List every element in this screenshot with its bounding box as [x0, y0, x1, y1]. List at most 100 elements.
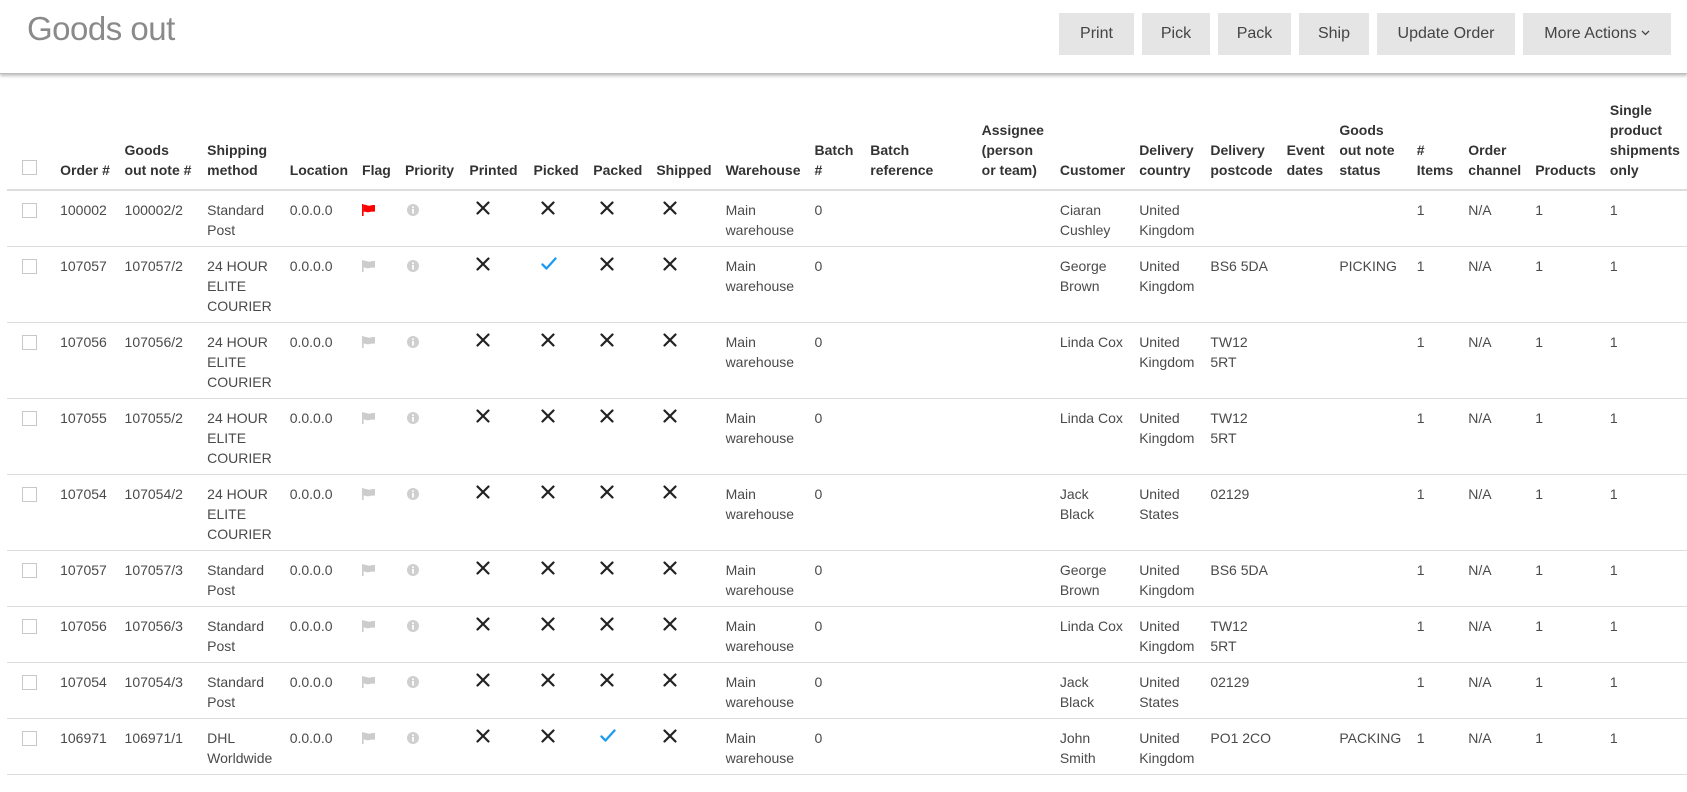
delivery-postcode-cell: BS6 5DA: [1203, 246, 1280, 323]
flag-icon[interactable]: [362, 204, 391, 216]
flag-cell: [355, 246, 398, 323]
row-checkbox[interactable]: [22, 203, 37, 218]
column-header-single-product-shipments[interactable]: Single product shipments only: [1602, 100, 1687, 191]
order-number[interactable]: 100002: [60, 202, 107, 218]
info-icon[interactable]: [405, 564, 455, 576]
column-header-items-count[interactable]: # Items: [1409, 100, 1462, 191]
picked-status-cell: [526, 190, 587, 247]
row-checkbox[interactable]: [22, 259, 37, 274]
row-checkbox[interactable]: [22, 335, 37, 350]
order-number[interactable]: 107057: [60, 258, 107, 274]
more-actions-button[interactable]: More Actions: [1523, 13, 1671, 55]
table-row[interactable]: 106971 106971/1 DHL Worldwide 0.0.0.0 Main w…: [7, 718, 1687, 775]
info-icon[interactable]: [405, 488, 455, 500]
column-header-goods-out-note-number[interactable]: Goods out note #: [117, 100, 201, 191]
column-header-assignee[interactable]: Assignee (person or team): [974, 100, 1053, 191]
batch-reference-cell: [863, 662, 975, 719]
goods-out-note-status: PACKING: [1339, 730, 1402, 746]
flag-icon[interactable]: [362, 676, 391, 688]
ship-button[interactable]: Ship: [1299, 13, 1369, 55]
row-checkbox[interactable]: [22, 411, 37, 426]
info-icon[interactable]: [405, 204, 455, 216]
shipped-status-cell: [649, 718, 719, 775]
flag-icon[interactable]: [362, 412, 391, 424]
info-icon[interactable]: [405, 260, 455, 272]
flag-icon[interactable]: [362, 260, 391, 272]
flag-cell: [355, 322, 398, 399]
column-header-packed[interactable]: Packed: [586, 100, 650, 191]
column-header-order-channel[interactable]: Order channel: [1461, 100, 1529, 191]
warehouse: Main warehouse: [725, 562, 795, 598]
order-number[interactable]: 107056: [60, 618, 107, 634]
column-header-printed[interactable]: Printed: [462, 100, 527, 191]
row-checkbox[interactable]: [22, 675, 37, 690]
single-product-shipments-cell: 1: [1602, 606, 1687, 663]
delivery-country-cell: United Kingdom: [1132, 246, 1204, 323]
table-row[interactable]: 100002 100002/2 Standard Post 0.0.0.0 Main w…: [7, 190, 1687, 247]
order-number[interactable]: 107057: [60, 562, 107, 578]
goods-out-note-status-cell: PACKING: [1332, 718, 1410, 775]
table-row[interactable]: 107054 107054/3 Standard Post 0.0.0.0 Main w…: [7, 662, 1687, 719]
column-header-products[interactable]: Products: [1528, 100, 1603, 191]
column-header-picked[interactable]: Picked: [526, 100, 587, 191]
column-header-shipped[interactable]: Shipped: [649, 100, 719, 191]
warehouse: Main warehouse: [725, 674, 795, 710]
order-number[interactable]: 107056: [60, 334, 107, 350]
column-header-warehouse[interactable]: Warehouse: [718, 100, 808, 191]
column-header-priority[interactable]: Priority: [397, 100, 463, 191]
table-row[interactable]: 107056 107056/2 24 HOUR ELITE COURIER 0.0.0…: [7, 322, 1687, 399]
column-header-customer[interactable]: Customer: [1052, 100, 1133, 191]
order-number[interactable]: 107054: [60, 486, 107, 502]
table-row[interactable]: 107054 107054/2 24 HOUR ELITE COURIER 0.0.0…: [7, 474, 1687, 551]
update-order-button[interactable]: Update Order: [1377, 13, 1515, 55]
table-row[interactable]: 107057 107057/2 24 HOUR ELITE COURIER 0.0.0…: [7, 246, 1687, 323]
column-header-batch-reference[interactable]: Batch reference: [863, 100, 975, 191]
customer-cell: Jack Black: [1052, 662, 1133, 719]
column-header-delivery-postcode[interactable]: Delivery postcode: [1203, 100, 1280, 191]
info-icon[interactable]: [405, 732, 455, 744]
info-icon[interactable]: [405, 336, 455, 348]
column-header-batch-number[interactable]: Batch #: [807, 100, 864, 191]
row-checkbox[interactable]: [22, 731, 37, 746]
info-icon[interactable]: [405, 620, 455, 632]
order-number[interactable]: 106971: [60, 730, 107, 746]
table-row[interactable]: 107056 107056/3 Standard Post 0.0.0.0 Main w…: [7, 606, 1687, 663]
row-checkbox[interactable]: [22, 563, 37, 578]
pick-button[interactable]: Pick: [1142, 13, 1210, 55]
info-icon[interactable]: [405, 412, 455, 424]
order-number[interactable]: 107054: [60, 674, 107, 690]
info-icon[interactable]: [405, 676, 455, 688]
shipping-method: 24 HOUR ELITE COURIER: [207, 258, 272, 314]
order-channel-cell: N/A: [1461, 246, 1529, 323]
column-header-order-number[interactable]: Order #: [53, 100, 118, 191]
print-button[interactable]: Print: [1059, 13, 1134, 55]
column-header-flag[interactable]: Flag: [355, 100, 398, 191]
table-row[interactable]: 107057 107057/3 Standard Post 0.0.0.0 Main w…: [7, 550, 1687, 607]
cross-icon: [469, 672, 490, 692]
delivery-country: United Kingdom: [1139, 258, 1195, 294]
order-number-cell: 107056: [53, 322, 118, 399]
column-header-delivery-country[interactable]: Delivery country: [1132, 100, 1204, 191]
row-checkbox[interactable]: [22, 487, 37, 502]
flag-icon[interactable]: [362, 620, 391, 632]
pack-button[interactable]: Pack: [1218, 13, 1291, 55]
items-count: 1: [1416, 258, 1425, 274]
flag-icon[interactable]: [362, 336, 391, 348]
select-all-checkbox[interactable]: [22, 160, 37, 175]
flag-icon[interactable]: [362, 564, 391, 576]
row-select-cell: [7, 718, 54, 775]
table-row[interactable]: 107055 107055/2 24 HOUR ELITE COURIER 0.0.0…: [7, 398, 1687, 475]
cross-icon: [593, 616, 614, 636]
order-number[interactable]: 107055: [60, 410, 107, 426]
packed-status-cell: [586, 474, 650, 551]
flag-icon[interactable]: [362, 732, 391, 744]
column-header-location[interactable]: Location: [282, 100, 356, 191]
row-checkbox[interactable]: [22, 619, 37, 634]
flag-icon[interactable]: [362, 488, 391, 500]
column-header-shipping-method[interactable]: Shipping method: [200, 100, 283, 191]
column-header-goods-out-note-status[interactable]: Goods out note status: [1332, 100, 1410, 191]
location: 0.0.0.0: [289, 258, 333, 274]
batch-number: 0: [814, 410, 823, 426]
order-channel-cell: N/A: [1461, 474, 1529, 551]
column-header-event-dates[interactable]: Event dates: [1279, 100, 1333, 191]
